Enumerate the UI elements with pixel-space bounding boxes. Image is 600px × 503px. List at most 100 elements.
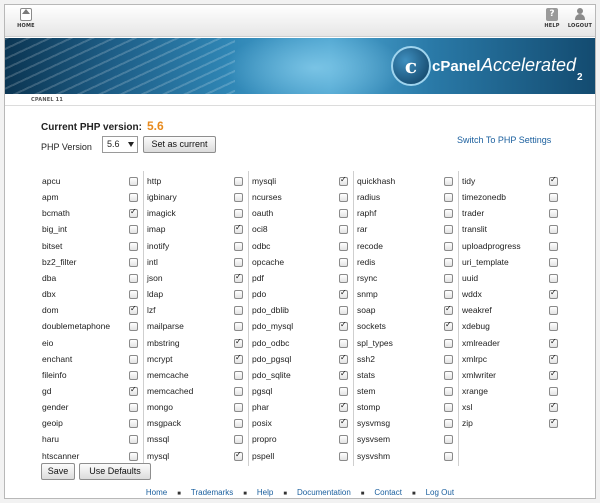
extension-checkbox[interactable] bbox=[339, 369, 348, 380]
extension-checkbox[interactable] bbox=[444, 193, 453, 203]
extension-checkbox[interactable] bbox=[234, 386, 243, 396]
footer-link[interactable]: Help bbox=[257, 488, 273, 497]
extension-checkbox[interactable] bbox=[129, 193, 138, 203]
extension-checkbox[interactable] bbox=[339, 353, 348, 364]
extension-checkbox[interactable] bbox=[234, 337, 243, 348]
extension-checkbox[interactable] bbox=[339, 257, 348, 267]
extension-checkbox[interactable] bbox=[339, 320, 348, 332]
extension-checkbox[interactable] bbox=[444, 338, 453, 348]
extension-checkbox[interactable] bbox=[129, 370, 138, 380]
extension-checkbox[interactable] bbox=[339, 273, 348, 283]
extension-checkbox[interactable] bbox=[549, 417, 558, 429]
extension-checkbox[interactable] bbox=[129, 207, 138, 219]
extension-checkbox[interactable] bbox=[339, 435, 348, 445]
extension-checkbox[interactable] bbox=[444, 386, 453, 396]
extension-checkbox[interactable] bbox=[444, 304, 453, 316]
home-button[interactable]: HOME bbox=[11, 8, 41, 29]
extension-checkbox[interactable] bbox=[234, 257, 243, 267]
extension-checkbox[interactable] bbox=[129, 273, 138, 283]
logout-button[interactable]: LOGOUT bbox=[565, 8, 595, 29]
footer-link[interactable]: Log Out bbox=[426, 488, 454, 497]
extension-checkbox[interactable] bbox=[234, 450, 243, 461]
extension-checkbox[interactable] bbox=[549, 386, 558, 396]
extension-checkbox[interactable] bbox=[339, 401, 348, 413]
extension-checkbox[interactable] bbox=[444, 370, 453, 380]
extension-checkbox[interactable] bbox=[234, 403, 243, 413]
extension-checkbox[interactable] bbox=[549, 337, 558, 348]
extension-checkbox[interactable] bbox=[549, 193, 558, 203]
footer-link[interactable]: Contact bbox=[374, 488, 402, 497]
extension-checkbox[interactable] bbox=[444, 435, 453, 445]
extension-checkbox[interactable] bbox=[234, 193, 243, 203]
extension-checkbox[interactable] bbox=[339, 386, 348, 396]
extension-checkbox[interactable] bbox=[549, 257, 558, 267]
extension-checkbox[interactable] bbox=[129, 304, 138, 316]
extension-checkbox[interactable] bbox=[444, 225, 453, 235]
extension-checkbox[interactable] bbox=[339, 306, 348, 316]
extension-checkbox[interactable] bbox=[549, 241, 558, 251]
extension-checkbox[interactable] bbox=[549, 322, 558, 332]
help-button[interactable]: ? HELP bbox=[537, 8, 567, 29]
php-version-select[interactable]: 5.6 bbox=[102, 136, 138, 153]
extension-checkbox[interactable] bbox=[129, 451, 138, 461]
extension-checkbox[interactable] bbox=[129, 403, 138, 413]
extension-checkbox[interactable] bbox=[234, 290, 243, 300]
extension-checkbox[interactable] bbox=[234, 370, 243, 380]
extension-checkbox[interactable] bbox=[444, 354, 453, 364]
extension-checkbox[interactable] bbox=[234, 241, 243, 251]
extension-checkbox[interactable] bbox=[549, 288, 558, 300]
extension-checkbox[interactable] bbox=[444, 403, 453, 413]
extension-checkbox[interactable] bbox=[339, 338, 348, 348]
extension-checkbox[interactable] bbox=[129, 257, 138, 267]
footer-link[interactable]: Home bbox=[146, 488, 167, 497]
extension-checkbox[interactable] bbox=[234, 353, 243, 364]
extension-checkbox[interactable] bbox=[234, 419, 243, 429]
set-as-current-button[interactable]: Set as current bbox=[143, 136, 216, 153]
extension-checkbox[interactable] bbox=[129, 290, 138, 300]
switch-to-php-settings-link[interactable]: Switch To PHP Settings bbox=[457, 135, 551, 145]
footer-link[interactable]: Trademarks bbox=[191, 488, 233, 497]
extension-checkbox[interactable] bbox=[549, 175, 558, 186]
extension-checkbox[interactable] bbox=[234, 322, 243, 332]
extension-checkbox[interactable] bbox=[444, 177, 453, 186]
extension-checkbox[interactable] bbox=[444, 241, 453, 251]
extension-checkbox[interactable] bbox=[234, 306, 243, 316]
extension-checkbox[interactable] bbox=[129, 354, 138, 364]
extension-checkbox[interactable] bbox=[444, 419, 453, 429]
extension-checkbox[interactable] bbox=[339, 417, 348, 429]
extension-checkbox[interactable] bbox=[549, 225, 558, 235]
extension-checkbox[interactable] bbox=[129, 419, 138, 429]
save-button[interactable]: Save bbox=[41, 463, 75, 480]
extension-checkbox[interactable] bbox=[129, 322, 138, 332]
extension-checkbox[interactable] bbox=[129, 177, 138, 186]
extension-checkbox[interactable] bbox=[234, 209, 243, 219]
extension-checkbox[interactable] bbox=[549, 273, 558, 283]
extension-checkbox[interactable] bbox=[444, 290, 453, 300]
extension-checkbox[interactable] bbox=[339, 241, 348, 251]
extension-checkbox[interactable] bbox=[549, 209, 558, 219]
extension-checkbox[interactable] bbox=[129, 338, 138, 348]
extension-checkbox[interactable] bbox=[129, 435, 138, 445]
extension-checkbox[interactable] bbox=[444, 209, 453, 219]
extension-checkbox[interactable] bbox=[444, 273, 453, 283]
footer-link[interactable]: Documentation bbox=[297, 488, 351, 497]
extension-checkbox[interactable] bbox=[339, 451, 348, 461]
extension-checkbox[interactable] bbox=[549, 401, 558, 413]
extension-checkbox[interactable] bbox=[339, 288, 348, 300]
extension-checkbox[interactable] bbox=[339, 175, 348, 186]
extension-checkbox[interactable] bbox=[339, 225, 348, 235]
extension-checkbox[interactable] bbox=[339, 209, 348, 219]
extension-checkbox[interactable] bbox=[549, 369, 558, 380]
extension-checkbox[interactable] bbox=[129, 241, 138, 251]
extension-checkbox[interactable] bbox=[129, 385, 138, 396]
extension-checkbox[interactable] bbox=[549, 353, 558, 364]
extension-checkbox[interactable] bbox=[444, 451, 453, 461]
extension-checkbox[interactable] bbox=[234, 435, 243, 445]
extension-checkbox[interactable] bbox=[234, 177, 243, 186]
extension-checkbox[interactable] bbox=[549, 306, 558, 316]
use-defaults-button[interactable]: Use Defaults bbox=[79, 463, 151, 480]
extension-checkbox[interactable] bbox=[339, 193, 348, 203]
extension-checkbox[interactable] bbox=[444, 257, 453, 267]
extension-checkbox[interactable] bbox=[444, 320, 453, 332]
extension-checkbox[interactable] bbox=[129, 225, 138, 235]
